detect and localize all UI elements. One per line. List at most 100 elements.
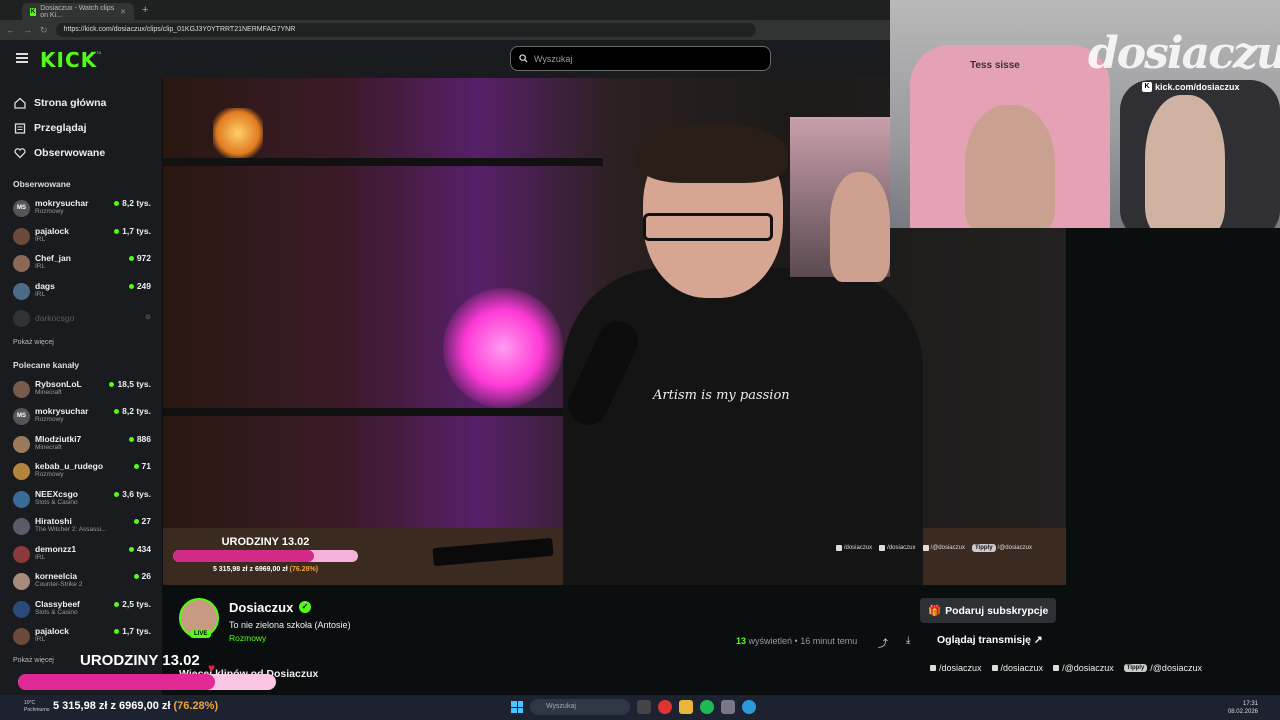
- browser-tab[interactable]: K Dosiaczux - Watch clips on Ki... ✕: [22, 3, 134, 20]
- browse-icon: [14, 122, 26, 134]
- viewer-count: 1,7 tys.: [114, 226, 151, 236]
- offline-icon: ⊘: [145, 314, 151, 321]
- address-bar: ← → ↻ https://kick.com/dosiaczux/clips/c…: [0, 20, 890, 40]
- tiktok-icon: [879, 545, 886, 551]
- channel-category: IRL: [35, 263, 46, 270]
- viewer-count: 434: [129, 544, 151, 554]
- video-socials: /dosiaczux /dosiaczux /@dosiaczux Tipply…: [835, 544, 1032, 552]
- channel-name: mokrysuchar: [35, 198, 89, 208]
- person: [965, 105, 1055, 228]
- spotify-icon[interactable]: [700, 700, 714, 714]
- sidebar-channel[interactable]: pajalock IRL 1,7 tys.: [0, 623, 162, 651]
- recommended-section-title: Polecane kanały: [13, 359, 80, 370]
- channel-name: dags: [35, 280, 55, 291]
- viewer-count: 972: [129, 253, 151, 263]
- clip-stats: 13 wyświetleń • 16 minut temu: [736, 636, 858, 646]
- task-view-icon[interactable]: [637, 700, 651, 714]
- channel-name: pajalock: [35, 626, 70, 636]
- share-icon[interactable]: ⤴: [878, 635, 888, 650]
- viewer-count: 8,2 tys.: [114, 198, 151, 208]
- gift-subscription-button[interactable]: 🎁 Podaruj subskrypcje: [920, 598, 1057, 623]
- avatar: [13, 463, 30, 480]
- viewer-count: 2,5 tys.: [114, 599, 151, 609]
- avatar: MS: [13, 200, 30, 217]
- channel-name: NEEXcsgo: [35, 488, 78, 499]
- search-box[interactable]: [510, 46, 771, 71]
- avatar: [13, 628, 30, 645]
- avatar: [13, 380, 30, 398]
- beta-label: BETA: [91, 50, 102, 55]
- sidebar-item-home[interactable]: Strona główna: [0, 90, 162, 115]
- stream-socials: /dosiaczux /dosiaczux /@dosiaczux Tipply…: [930, 663, 1202, 673]
- kick-icon: K: [1142, 82, 1152, 92]
- sidebar-channel[interactable]: Classybeef Slots & Casino 2,5 tys.: [0, 596, 162, 624]
- sidebar-channel[interactable]: MS mokrysuchar Rozmowy 8,2 tys.: [0, 403, 162, 431]
- sidebar-item-following[interactable]: Obserwowane: [0, 140, 162, 165]
- sidebar-channel[interactable]: dags IRL 249: [0, 278, 162, 306]
- goal-title: URODZINY 13.02: [221, 536, 310, 548]
- sidebar-channel[interactable]: Chef_jan IRL 972: [0, 250, 162, 278]
- edge-icon[interactable]: [742, 700, 756, 714]
- sidebar-channel-offline[interactable]: darkocsgo ⊘: [0, 305, 162, 333]
- tipply-badge: Tipply: [971, 544, 996, 552]
- search-input[interactable]: [534, 53, 734, 64]
- sidebar-channel[interactable]: pajalock IRL 1,7 tys.: [0, 223, 162, 251]
- channel-name: Classybeef: [35, 598, 80, 609]
- channel-name: kebab_u_rudego: [35, 461, 104, 471]
- close-icon[interactable]: ✕: [120, 8, 126, 16]
- watch-stream-button[interactable]: Oglądaj transmisję ↗: [937, 634, 1043, 646]
- gift-icon: 🎁: [928, 605, 942, 617]
- channel-name[interactable]: Dosiaczux: [229, 600, 293, 615]
- external-link-icon: ↗: [1033, 634, 1043, 646]
- show-more-link[interactable]: Pokaż więcej: [0, 339, 162, 346]
- download-icon[interactable]: ⤓: [906, 635, 910, 646]
- sidebar-channel[interactable]: korneelcia Counter-Strike 2 26: [0, 568, 162, 596]
- clip-title: To nie zielona szkoła (Antosie): [229, 620, 351, 630]
- heart-icon: ♥: [208, 661, 216, 675]
- sidebar-item-browse[interactable]: Przeglądaj: [0, 115, 162, 140]
- heart-icon: [14, 147, 26, 158]
- shirt-text: Artism is my passion: [653, 388, 790, 403]
- sidebar-channel[interactable]: demonzz1 IRL 434: [0, 541, 162, 569]
- channel-name: pajalock: [35, 225, 70, 236]
- channel-category: Rozmowy: [35, 208, 64, 215]
- avatar: MS: [13, 408, 30, 425]
- sidebar-channel[interactable]: MS mokrysuchar Rozmowy 8,2 tys.: [0, 195, 162, 223]
- sidebar-channel[interactable]: NEEXcsgo Slots & Casino 3,6 tys.: [0, 486, 162, 514]
- tab-title: Dosiaczux - Watch clips on Ki...: [40, 4, 115, 19]
- channel-name: darkocsgo: [35, 313, 75, 323]
- clock[interactable]: 17:31 08.02.2026: [1228, 700, 1258, 716]
- menu-icon[interactable]: [16, 53, 28, 63]
- category-link[interactable]: Rozmowy: [229, 633, 266, 643]
- weather-widget[interactable]: 10°C Pochmurno: [24, 700, 50, 714]
- sidebar-channel[interactable]: Mlodziutki7 Minecraft 886: [0, 431, 162, 459]
- reload-icon[interactable]: ↻: [40, 25, 48, 36]
- sidebar: Strona główna Przeglądaj Obserwowane Obs…: [0, 78, 162, 695]
- forward-icon[interactable]: →: [23, 25, 32, 35]
- viewer-count: 27: [134, 516, 151, 526]
- windows-start-icon[interactable]: [511, 701, 523, 713]
- taskbar-search[interactable]: Wyszukaj: [530, 699, 630, 715]
- sidebar-channel[interactable]: kebab_u_rudego Rozmowy 71: [0, 458, 162, 486]
- folder-icon[interactable]: [679, 700, 693, 714]
- channel-name: Chef_jan: [35, 253, 71, 263]
- goal-amount: 5 315,98 zł z 6969,00 zł (76.28%): [53, 700, 219, 712]
- url-field[interactable]: https://kick.com/dosiaczux/clips/clip_01…: [55, 23, 756, 37]
- sidebar-channel[interactable]: RybsonLoL Minecraft 18,5 tys.: [0, 376, 162, 404]
- channel-name: Hiratoshi: [35, 516, 72, 526]
- shelf: [163, 408, 603, 416]
- goal-amount: 5 315,98 zł z 6969,00 zł (76.28%): [212, 566, 319, 573]
- avatar: [13, 227, 30, 245]
- chrome-icon[interactable]: [658, 700, 672, 714]
- webcam-left-panel: [790, 117, 890, 282]
- new-tab-icon[interactable]: +: [142, 4, 148, 16]
- channel-category: IRL: [35, 235, 46, 243]
- search-icon: [519, 54, 528, 63]
- channel-category: IRL: [35, 290, 46, 298]
- back-icon[interactable]: ←: [6, 25, 15, 35]
- kick-favicon-icon: K: [30, 7, 37, 16]
- viewer-count: 8,2 tys.: [114, 406, 151, 416]
- kick-logo[interactable]: KICK: [40, 48, 97, 72]
- settings-icon[interactable]: [721, 700, 735, 714]
- sidebar-channel[interactable]: Hiratoshi The Witcher 2: Assassi... 27: [0, 513, 162, 541]
